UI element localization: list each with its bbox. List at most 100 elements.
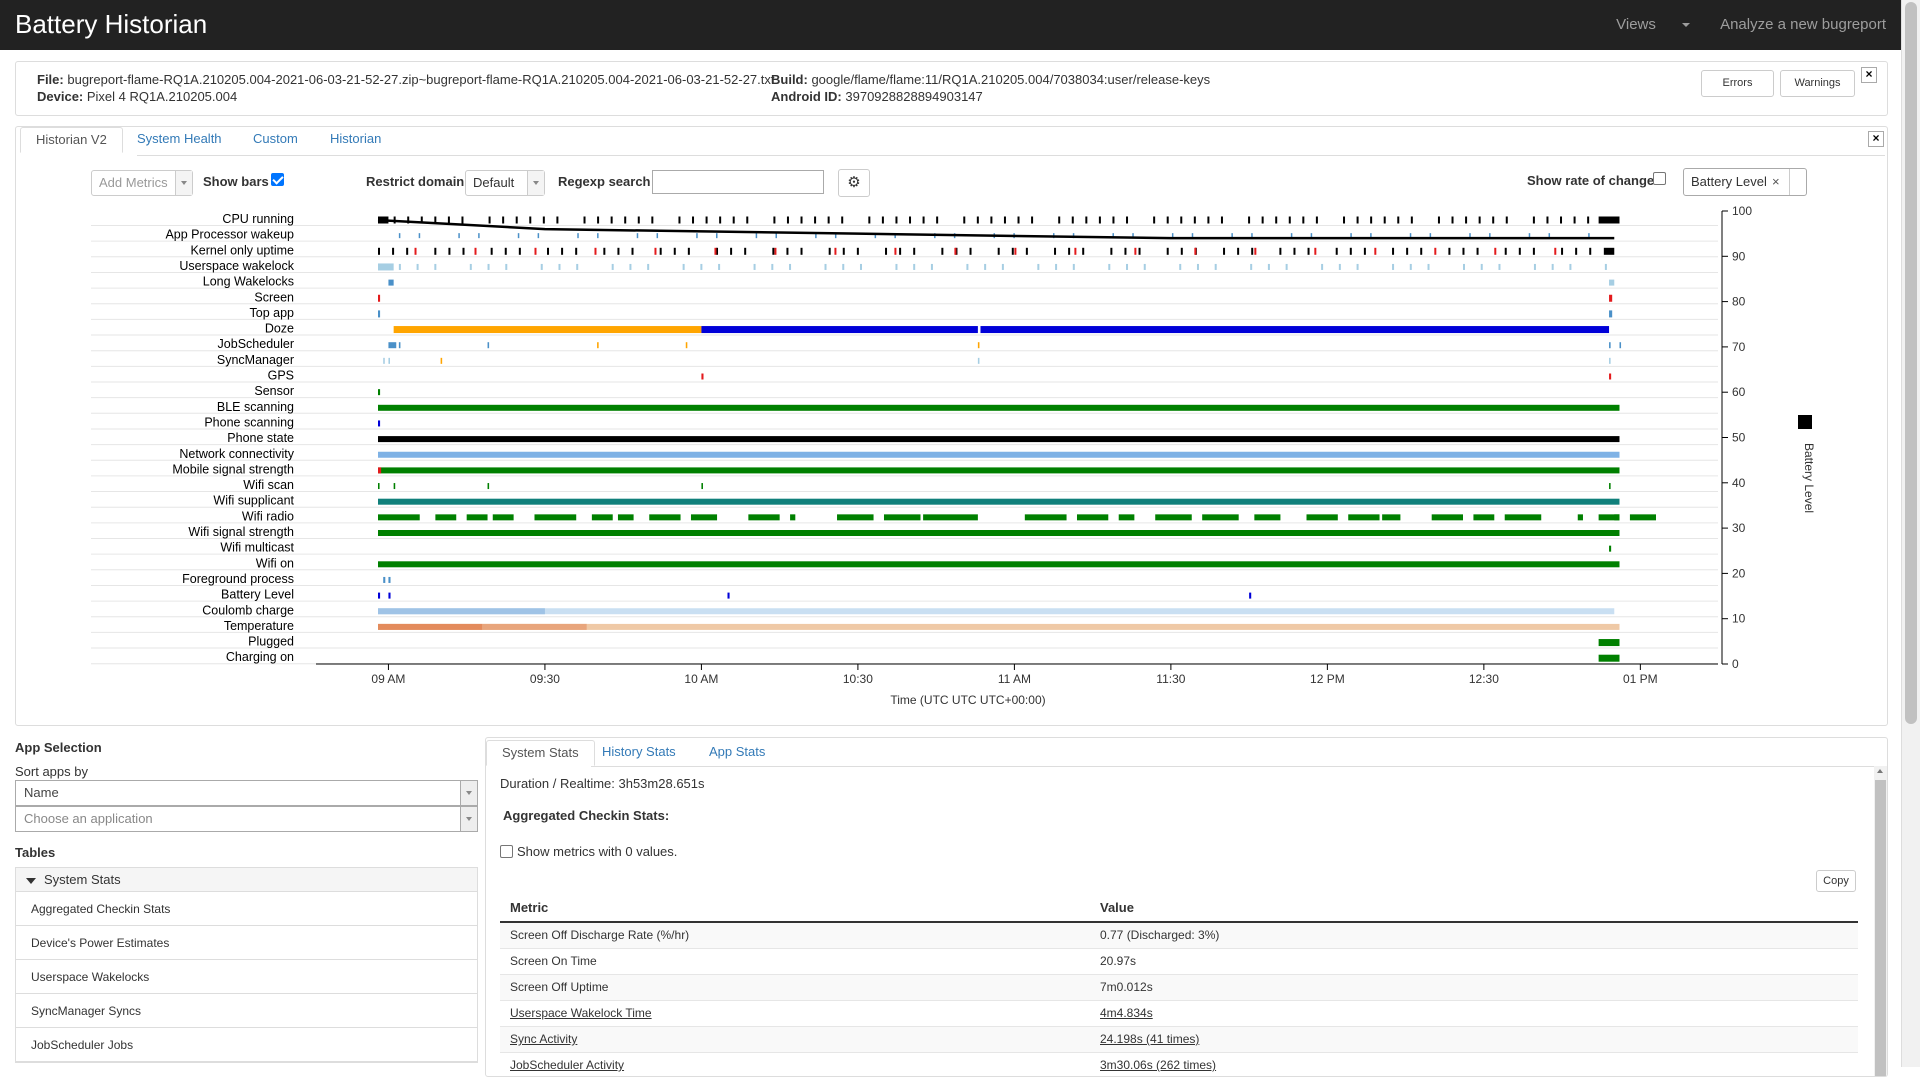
timeline-tick (746, 216, 749, 224)
timeline-tick (1561, 247, 1564, 255)
table-link-userspace-wakelocks[interactable]: Userspace Wakelocks (16, 960, 477, 994)
row-label: Sensor (254, 384, 294, 398)
warnings-button[interactable]: Warnings (1780, 70, 1855, 97)
timeline-bar (1118, 514, 1135, 521)
timeline-bar (837, 514, 874, 521)
close-icon[interactable]: × (1861, 67, 1877, 83)
timeline-tick (1420, 247, 1423, 255)
timeline-tick (398, 263, 401, 270)
timeline-tick (1180, 216, 1183, 224)
timeline-tick (1335, 247, 1338, 255)
metric-cell[interactable]: Sync Activity (500, 1026, 1090, 1053)
timeline-tick (1546, 216, 1549, 224)
timeline-tick (1575, 247, 1578, 255)
analyze-new-bugreport-link[interactable]: Analyze a new bugreport (1720, 16, 1886, 33)
tab-history-stats[interactable]: History Stats (587, 740, 691, 766)
timeline-bar (1431, 514, 1463, 521)
timeline-tick (1338, 263, 1341, 270)
y2-tick-label: 50 (1732, 431, 1746, 445)
timeline-tick (1589, 247, 1592, 255)
timeline-bar (393, 483, 396, 490)
timeline-tick (1003, 216, 1006, 224)
timeline-tick (1363, 247, 1366, 255)
timeline-bar (378, 263, 394, 271)
timeline-tick (651, 216, 654, 224)
timeline-tick (1406, 247, 1409, 255)
timeline-tick (1492, 216, 1495, 224)
tab-system-stats[interactable]: System Stats (486, 740, 595, 766)
value-cell[interactable]: 24.198s (41 times) (1090, 1026, 1858, 1053)
timeline-tick (899, 247, 902, 255)
timeline-tick (827, 216, 830, 224)
timeline-bar (1598, 639, 1620, 647)
stats-scrollbar[interactable] (1874, 766, 1887, 1076)
timeline-bar (1598, 654, 1620, 662)
duration-text: Duration / Realtime: 3h53m28.651s (500, 776, 705, 791)
timeline-tick (800, 247, 803, 255)
errors-button[interactable]: Errors (1701, 70, 1774, 97)
row-label: Wifi supplicant (213, 494, 294, 508)
timeline-tick (629, 263, 632, 270)
metric-cell[interactable]: Userspace Wakelock Time (500, 1000, 1090, 1027)
timeline-tick (824, 263, 827, 270)
tab-app-stats[interactable]: App Stats (694, 740, 780, 766)
timeline-bar (388, 279, 394, 286)
page-scrollbar[interactable] (1901, 0, 1920, 1067)
timeline-tick (913, 247, 916, 255)
timeline-tick (517, 233, 520, 239)
timeline-chart[interactable]: CPU running App Processor wakeupKernel on… (16, 127, 1889, 727)
table-link-device-power-estimates[interactable]: Device's Power Estimates (16, 926, 477, 960)
timeline-tick (659, 247, 662, 255)
timeline-tick (1180, 247, 1183, 255)
metric-cell: Screen Off Uptime (500, 974, 1090, 1001)
x-tick-label: 12 PM (1310, 672, 1345, 686)
system-stats-group-header[interactable]: System Stats (16, 868, 477, 892)
timeline-bar (393, 326, 702, 334)
row-label: Top app (250, 306, 295, 320)
show-zero-checkbox[interactable] (500, 845, 513, 858)
timeline-tick (1138, 247, 1141, 255)
build-label: Build: (771, 72, 808, 87)
choose-application-select[interactable]: Choose an application (15, 806, 478, 832)
timeline-tick (1462, 263, 1465, 270)
timeline-bar (690, 514, 718, 521)
value-cell[interactable]: 4m4.834s (1090, 1000, 1858, 1027)
sort-apps-select[interactable]: Name (15, 780, 478, 806)
copy-button[interactable]: Copy (1816, 870, 1856, 892)
app-title[interactable]: Battery Historian (15, 9, 207, 40)
timeline-tick (976, 216, 979, 224)
scroll-up-icon[interactable] (1877, 769, 1883, 773)
timeline-tick (1110, 247, 1113, 255)
timeline-tick (378, 247, 380, 255)
timeline-bar (378, 530, 1620, 536)
table-link-jobscheduler-jobs[interactable]: JobScheduler Jobs (16, 1028, 477, 1062)
row-label: Battery Level (221, 588, 294, 602)
timeline-tick (488, 216, 491, 224)
metric-cell[interactable]: JobScheduler Activity (500, 1052, 1090, 1076)
page-scrollbar-thumb[interactable] (1905, 2, 1917, 724)
timeline-tick (406, 247, 409, 255)
metric-column-header: Metric (500, 894, 1090, 923)
timeline-tick (842, 247, 845, 255)
sort-apps-value: Name (24, 785, 59, 800)
row-label: Wifi on (256, 556, 294, 570)
value-cell[interactable]: 3m30.06s (262 times) (1090, 1052, 1858, 1076)
timeline-tick (730, 247, 733, 255)
timeline-bar (1598, 514, 1620, 521)
stats-scrollbar-thumb[interactable] (1875, 780, 1886, 1076)
timeline-tick (398, 233, 401, 239)
views-menu[interactable]: Views (1590, 16, 1690, 33)
timeline-bar (727, 592, 730, 599)
timeline-bar (980, 326, 1610, 334)
timeline-tick (547, 247, 550, 255)
timeline-tick (1037, 263, 1040, 270)
timeline-bar (701, 326, 978, 334)
table-link-syncmanager-syncs[interactable]: SyncManager Syncs (16, 994, 477, 1028)
timeline-tick (936, 216, 939, 224)
timeline-tick (1587, 216, 1590, 224)
timeline-bar (398, 342, 401, 349)
timeline-panel: Historian V2 System Health Custom Histor… (15, 126, 1888, 726)
timeline-tick (474, 247, 477, 255)
timeline-tick (1082, 247, 1085, 255)
table-link-aggregated-checkin-stats[interactable]: Aggregated Checkin Stats (16, 892, 477, 926)
